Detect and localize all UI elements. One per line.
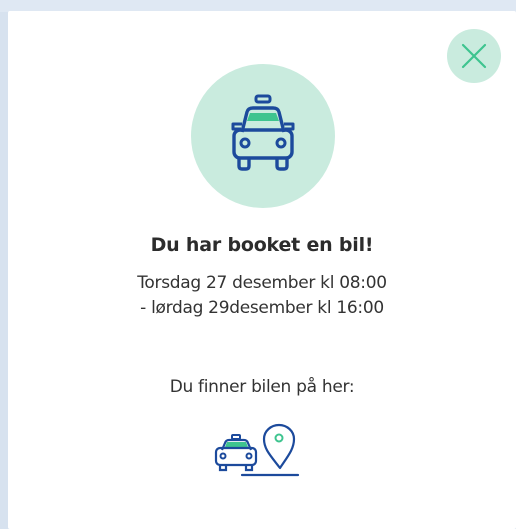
booking-start-date: Torsdag 27 desember kl 08:00 bbox=[137, 273, 387, 293]
taxi-car-icon bbox=[231, 94, 295, 171]
location-label: Du finner bilen på her: bbox=[169, 377, 355, 397]
booking-end-date: - lørdag 29desember kl 16:00 bbox=[140, 298, 384, 318]
hero-illustration bbox=[191, 64, 335, 208]
booking-confirmation-modal: Du har booket en bil! Torsdag 27 desembe… bbox=[8, 11, 516, 529]
car-location-link[interactable] bbox=[212, 423, 304, 483]
modal-title: Du har booket en bil! bbox=[150, 234, 374, 256]
close-icon bbox=[461, 43, 487, 69]
car-location-pin-icon bbox=[214, 423, 300, 477]
close-button[interactable] bbox=[447, 29, 501, 83]
